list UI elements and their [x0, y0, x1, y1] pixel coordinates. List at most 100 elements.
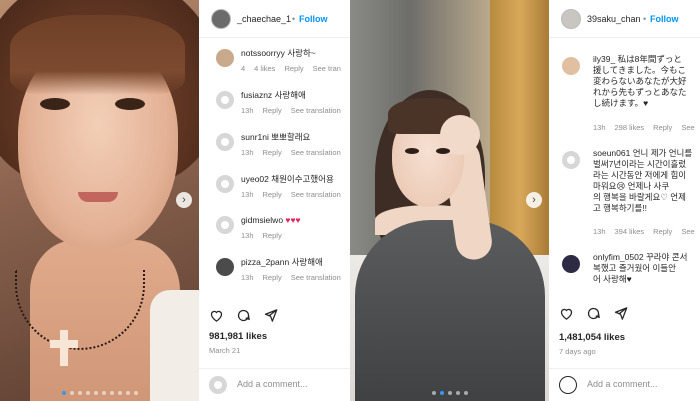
comment-time: 13h — [241, 106, 254, 115]
avatar[interactable] — [562, 151, 580, 169]
comment-username[interactable]: uyeo02 — [241, 174, 269, 184]
comment-text: 사랑해애 — [291, 257, 323, 267]
comment-text-line: 어 사랑해♥ — [593, 274, 632, 284]
comment-icon[interactable] — [586, 306, 602, 322]
comment-text-line: 私は8年間ずっと — [617, 54, 682, 64]
post-header: 39saku_chan • Follow — [549, 0, 700, 38]
heart-icon[interactable] — [209, 308, 225, 324]
comment-text-line: れから先もずっとあなた — [593, 87, 687, 97]
avatar[interactable] — [216, 91, 234, 109]
carousel-dots — [350, 391, 549, 395]
comment-username[interactable]: onlyfim_0502 — [593, 252, 644, 262]
reply-button[interactable]: Reply — [263, 148, 282, 157]
comment-icon[interactable] — [236, 308, 252, 324]
comment: sunr1ni 뽀뽀할래요 13h Reply See translation — [199, 130, 350, 170]
chevron-right-icon[interactable]: › — [526, 192, 542, 208]
comment: pizza_2pann 사랑해애 13h Reply See translation — [199, 255, 350, 295]
comment-text: 사랑해애 — [274, 90, 306, 100]
avatar[interactable] — [216, 133, 234, 151]
avatar[interactable] — [562, 57, 580, 75]
reply-button[interactable]: Reply — [653, 123, 672, 132]
follow-button[interactable]: Follow — [299, 14, 328, 24]
comment-likes[interactable]: 394 likes — [615, 227, 645, 236]
add-comment-bar: Add a comment... — [549, 368, 700, 400]
avatar[interactable] — [561, 9, 581, 29]
comment: soeun061 언니 제가 언니를 벌써7년이라는 시간이흘렀 라는 시간동안 저… — [549, 148, 700, 243]
follow-button[interactable]: Follow — [650, 14, 679, 24]
comment-text: 사랑하~ — [287, 48, 316, 58]
comment-username[interactable]: ily39_ — [593, 54, 615, 64]
reply-button[interactable]: Reply — [263, 273, 282, 282]
reply-button[interactable]: Reply — [284, 64, 303, 73]
comment-time: 13h — [241, 231, 254, 240]
see-translation-button[interactable]: See — [681, 227, 694, 236]
comment: onlyfim_0502 꾸라야 콘서 복했고 즐거웠어 이들안 어 사랑해♥ — [549, 252, 700, 292]
likes-count[interactable]: 1,481,054 likes — [559, 332, 625, 343]
reply-button[interactable]: Reply — [263, 106, 282, 115]
avatar[interactable] — [216, 175, 234, 193]
comment-text-line: 마워요😢 언제나 사쿠 — [593, 181, 670, 191]
see-translation-button[interactable]: See tran — [313, 64, 341, 73]
avatar[interactable] — [216, 216, 234, 234]
comment-text-line: 援してきました。今もこ — [593, 65, 686, 75]
post-header: _chaechae_1 • Follow — [199, 0, 350, 38]
post-username[interactable]: _chaechae_1 — [237, 14, 291, 24]
add-comment-bar: Add a comment... — [199, 368, 350, 400]
reply-button[interactable]: Reply — [653, 227, 672, 236]
avatar[interactable] — [562, 255, 580, 273]
heart-icon[interactable] — [559, 306, 575, 322]
see-translation-button[interactable]: See translation — [291, 273, 341, 282]
comment-time: 4 — [241, 64, 246, 73]
see-translation-button[interactable]: See translation — [291, 106, 341, 115]
post-username[interactable]: 39saku_chan — [587, 14, 641, 24]
add-comment-input[interactable]: Add a comment... — [587, 379, 658, 389]
see-translation-button[interactable]: See translation — [291, 148, 341, 157]
chevron-right-icon[interactable]: › — [176, 192, 192, 208]
separator-dot: • — [643, 14, 647, 24]
comment-time: 13h — [593, 123, 606, 132]
comment-text: 뽀뽀할래요 — [271, 132, 311, 142]
comment-time: 13h — [241, 273, 254, 282]
avatar — [209, 376, 227, 394]
comment: gidmsielwo ♥♥♥ 13h Reply — [199, 213, 350, 253]
comment-text-line: 복했고 즐거웠어 이들안 — [593, 263, 676, 273]
comment-username[interactable]: gidmsielwo — [241, 215, 283, 225]
comment-likes[interactable]: 4 likes — [254, 64, 275, 73]
comment-likes[interactable]: 298 likes — [615, 123, 645, 132]
add-comment-input[interactable]: Add a comment... — [237, 379, 308, 389]
share-icon[interactable] — [263, 308, 279, 324]
comment-text-line: 고 행복하기를!! — [593, 203, 648, 213]
see-translation-button[interactable]: See — [681, 123, 694, 132]
comment-username[interactable]: soeun061 — [593, 148, 630, 158]
likes-count[interactable]: 981,981 likes — [209, 331, 267, 342]
comment-username[interactable]: notssoorryy — [241, 48, 285, 58]
comment-time: 13h — [593, 227, 606, 236]
post-photo[interactable]: › — [0, 0, 199, 401]
comment-username[interactable]: sunr1ni — [241, 132, 269, 142]
separator-dot: • — [292, 14, 296, 24]
comment: fusiaznz 사랑해애 13h Reply See translation — [199, 88, 350, 128]
comment-text-line: 라는 시간동안 저에게 힘이 — [593, 170, 687, 180]
avatar[interactable] — [211, 9, 231, 29]
reply-button[interactable]: Reply — [263, 231, 282, 240]
comment-username[interactable]: pizza_2pann — [241, 257, 289, 267]
reply-button[interactable]: Reply — [263, 190, 282, 199]
comment-text: 채원이수고했어용 — [271, 174, 334, 184]
post-photo[interactable]: › — [350, 0, 549, 401]
comment: ily39_ 私は8年間ずっと 援してきました。今もこ 変わらないあなたが大好 れから… — [549, 54, 700, 134]
share-icon[interactable] — [613, 306, 629, 322]
smiley-icon[interactable] — [559, 376, 577, 394]
carousel-dots — [0, 391, 199, 395]
comment-text-line: 変わらないあなたが大好 — [593, 76, 687, 86]
see-translation-button[interactable]: See translation — [291, 190, 341, 199]
post-date: 7 days ago — [559, 347, 596, 356]
comments-panel: 39saku_chan • Follow ily39_ 私は8年間ずっと 援してき… — [549, 0, 700, 401]
instagram-post-1: › _chaechae_1 • Follow notssoorryy 사랑하~ … — [0, 0, 350, 401]
comment-text-line: 의 행복을 바랄게요♡ 언제 — [593, 192, 686, 202]
comment: notssoorryy 사랑하~ 4 4 likes Reply See tran — [199, 46, 350, 86]
avatar[interactable] — [216, 49, 234, 67]
comment-username[interactable]: fusiaznz — [241, 90, 272, 100]
action-bar — [209, 308, 290, 324]
comment-text-line: し続けます。♥ — [593, 98, 649, 108]
avatar[interactable] — [216, 258, 234, 276]
